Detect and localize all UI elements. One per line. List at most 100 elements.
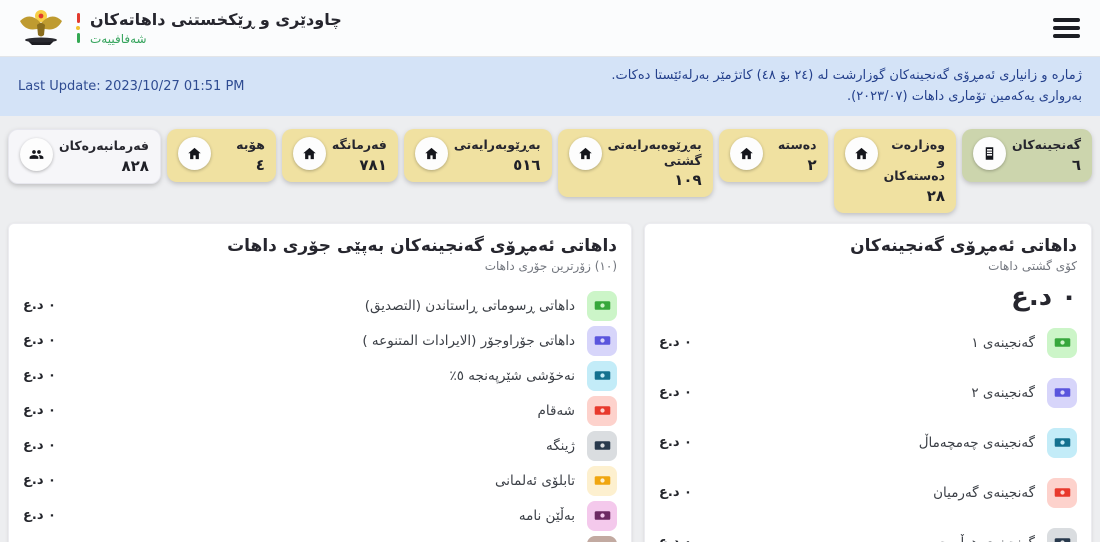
- home-icon: [177, 136, 211, 170]
- income-type-list: داهاتی ڕسوماتی ڕاستاندن (التصدیق) ٠ د.ع …: [23, 290, 617, 542]
- info-bar: Last Update: 2023/10/27 01:51 PM ژماره و…: [0, 57, 1100, 116]
- last-update-text: Last Update: 2023/10/27 01:51 PM: [18, 78, 245, 94]
- page-subtitle: شەفافییەت: [90, 31, 147, 46]
- stat-card-value: ٨٢٨: [121, 156, 149, 175]
- treasury-list: گەنجینەی ١ ٠ د.ع گەنجینەی ٢ ٠ د.ع گەنجین…: [659, 327, 1077, 542]
- info-notice-line2: بەرواری یەکەمین تۆماری داهات (٢٠٢٣/٠٧).: [846, 89, 1082, 105]
- list-item-label: داهاتی جۆراوجۆر (الایرادات المتنوعه ): [362, 332, 575, 349]
- list-item: تابلۆی ئەلمانی ٠ د.ع: [23, 465, 617, 496]
- krg-emblem-logo: [20, 10, 62, 45]
- banknote-icon: [587, 290, 617, 321]
- list-item-label: گەنجینەی گەرمیان: [933, 484, 1035, 501]
- list-item: شەقام ٠ د.ع: [23, 395, 617, 426]
- panel-subtitle: کۆی گشتی داهات: [988, 258, 1077, 273]
- stat-card-general-directorates[interactable]: بەڕێوەبەرایەتی گشتی ١٠٩: [557, 128, 713, 198]
- stat-card-treasuries[interactable]: گەنجینەکان ٦: [962, 128, 1092, 182]
- list-item-label: نەخۆشی شێرپەنجە ٥٪: [449, 367, 575, 384]
- list-item-label: داهاتی ڕسوماتی ڕاستاندن (التصدیق): [364, 297, 575, 314]
- banknote-icon: [587, 535, 617, 542]
- panel-title: داهاتی ئەمڕۆی گەنجینەکان بەپێی جۆری داها…: [227, 235, 617, 256]
- list-item: گەنجینەی ٢ ٠ د.ع: [659, 377, 1077, 408]
- list-item-value: ٠ د.ع: [23, 403, 56, 419]
- info-notice-line1: ژماره و زانیاری ئەمڕۆی گەنجینەکان گوزارش…: [611, 68, 1082, 83]
- list-item: بەڵێن نامە ٠ د.ع: [23, 500, 617, 531]
- stat-card-value: ٢: [807, 155, 817, 174]
- flag-color-marks: [76, 13, 80, 43]
- stat-cards-row: گەنجینەکان ٦ وەزارەت و دەستەکان ٢٨ دەستە…: [7, 128, 1092, 213]
- stat-card-label: هۆبە: [236, 136, 265, 152]
- total-income-value: ٠ د.ع: [1011, 281, 1077, 312]
- list-item-value: ٠ د.ع: [659, 335, 692, 351]
- stat-card-label: گەنجینەکان: [1012, 136, 1081, 152]
- list-item-label: گەنجینەی چەمچەماڵ: [918, 434, 1035, 451]
- banknote-icon: [587, 465, 617, 496]
- treasury-cabinet-icon: [973, 136, 1007, 170]
- stat-card-boards[interactable]: دەستە ٢: [718, 128, 828, 182]
- stat-card-label: بەڕێوبەرایەتی: [453, 136, 541, 152]
- stat-card-label: وەزارەت و دەستەکان: [883, 136, 946, 184]
- list-item-label: گەنجینەی ١: [971, 334, 1035, 351]
- stat-card-value: ٦: [1071, 155, 1081, 174]
- list-item: ژینگە ٠ د.ع: [23, 430, 617, 461]
- home-icon: [292, 136, 326, 170]
- banknote-icon: [587, 430, 617, 461]
- panel-income-by-type: داهاتی ئەمڕۆی گەنجینەکان بەپێی جۆری داها…: [8, 222, 632, 542]
- banknote-icon: [1047, 377, 1077, 408]
- home-icon: [414, 136, 448, 170]
- list-item-value: ٠ د.ع: [23, 368, 56, 384]
- info-notice: ژماره و زانیاری ئەمڕۆی گەنجینەکان گوزارش…: [611, 65, 1082, 108]
- list-item: داهاتی جۆراوجۆر (الایرادات المتنوعه ) ٠ …: [23, 325, 617, 356]
- list-item-label: شەقام: [537, 402, 575, 419]
- list-item-label: گەنجینەی ٢: [971, 384, 1035, 401]
- home-icon: [568, 136, 602, 170]
- stat-card-value: ٥١٦: [513, 155, 541, 174]
- panel-subtitle: (١٠) زۆرترین جۆری داهات: [484, 258, 617, 273]
- list-item-value: ٠ د.ع: [659, 435, 692, 451]
- list-item-value: ٠ د.ع: [23, 298, 56, 314]
- page-title: چاودێری و ڕێکخستنی داهاتەکان: [90, 10, 342, 30]
- list-item-value: ٠ د.ع: [659, 385, 692, 401]
- home-icon: [729, 136, 763, 170]
- list-item: داهاتی ڕسوماتی ڕاستاندن (التصدیق) ٠ د.ع: [23, 290, 617, 321]
- list-item-label: تابلۆی ئەلمانی: [495, 472, 575, 489]
- list-item-label: بەڵێن نامە: [518, 507, 575, 524]
- hamburger-menu-icon[interactable]: [1051, 14, 1082, 42]
- stat-card-value: ١٠٩: [674, 171, 702, 190]
- stat-card-label: فەرمانگە: [331, 136, 387, 152]
- list-item-value: ٠ د.ع: [23, 508, 56, 524]
- stat-card-offices[interactable]: فەرمانگە ٧٨١: [281, 128, 398, 182]
- stat-card-units[interactable]: هۆبە ٤: [166, 128, 276, 182]
- stat-card-employees[interactable]: فەرمانبەرەکان ٨٢٨: [7, 128, 161, 184]
- home-icon: [844, 136, 878, 170]
- stat-card-label: فەرمانبەرەکان: [58, 137, 149, 153]
- stat-card-label: بەڕێوەبەرایەتی گشتی: [607, 136, 702, 168]
- stat-card-value: ٧٨١: [359, 155, 387, 174]
- stat-card-directorates[interactable]: بەڕێوبەرایەتی ٥١٦: [403, 128, 552, 182]
- list-item: گەنجینەی ١ ٠ د.ع: [659, 327, 1077, 358]
- panel-treasuries-income: داهاتی ئەمڕۆی گەنجینەکان کۆی گشتی داهات …: [644, 222, 1092, 542]
- list-item-value: ٠ د.ع: [23, 333, 56, 349]
- banknote-icon: [1047, 427, 1077, 458]
- stat-card-label: دەستە: [777, 136, 817, 152]
- banknote-icon: [1047, 477, 1077, 508]
- list-item-label: ژینگە: [545, 437, 575, 454]
- list-item-value: ٠ د.ع: [659, 485, 692, 501]
- list-item: گەنجینەی هەڵەبجە ٠ د.ع: [659, 527, 1077, 542]
- stat-card-value: ٤: [255, 155, 265, 174]
- list-item-value: ٠ د.ع: [659, 535, 692, 542]
- banknote-icon: [1047, 527, 1077, 542]
- banknote-icon: [1047, 327, 1077, 358]
- stat-card-value: ٢٨: [926, 186, 946, 205]
- banknote-icon: [587, 360, 617, 391]
- panel-title: داهاتی ئەمڕۆی گەنجینەکان: [850, 235, 1077, 256]
- list-item: گەنجینەی چەمچەماڵ ٠ د.ع: [659, 427, 1077, 458]
- banknote-icon: [587, 500, 617, 531]
- list-item: نەخۆشی شێرپەنجە ٥٪ ٠ د.ع: [23, 360, 617, 391]
- stat-card-ministries[interactable]: وەزارەت و دەستەکان ٢٨: [833, 128, 957, 213]
- app-header: چاودێری و ڕێکخستنی داهاتەکان شەفافییەت: [0, 0, 1100, 57]
- panels-row: داهاتی ئەمڕۆی گەنجینەکان کۆی گشتی داهات …: [8, 222, 1092, 542]
- list-item-value: ٠ د.ع: [23, 473, 56, 489]
- list-item-value: ٠ د.ع: [23, 438, 56, 454]
- list-item: گەنجینەی گەرمیان ٠ د.ع: [659, 477, 1077, 508]
- banknote-icon: [587, 325, 617, 356]
